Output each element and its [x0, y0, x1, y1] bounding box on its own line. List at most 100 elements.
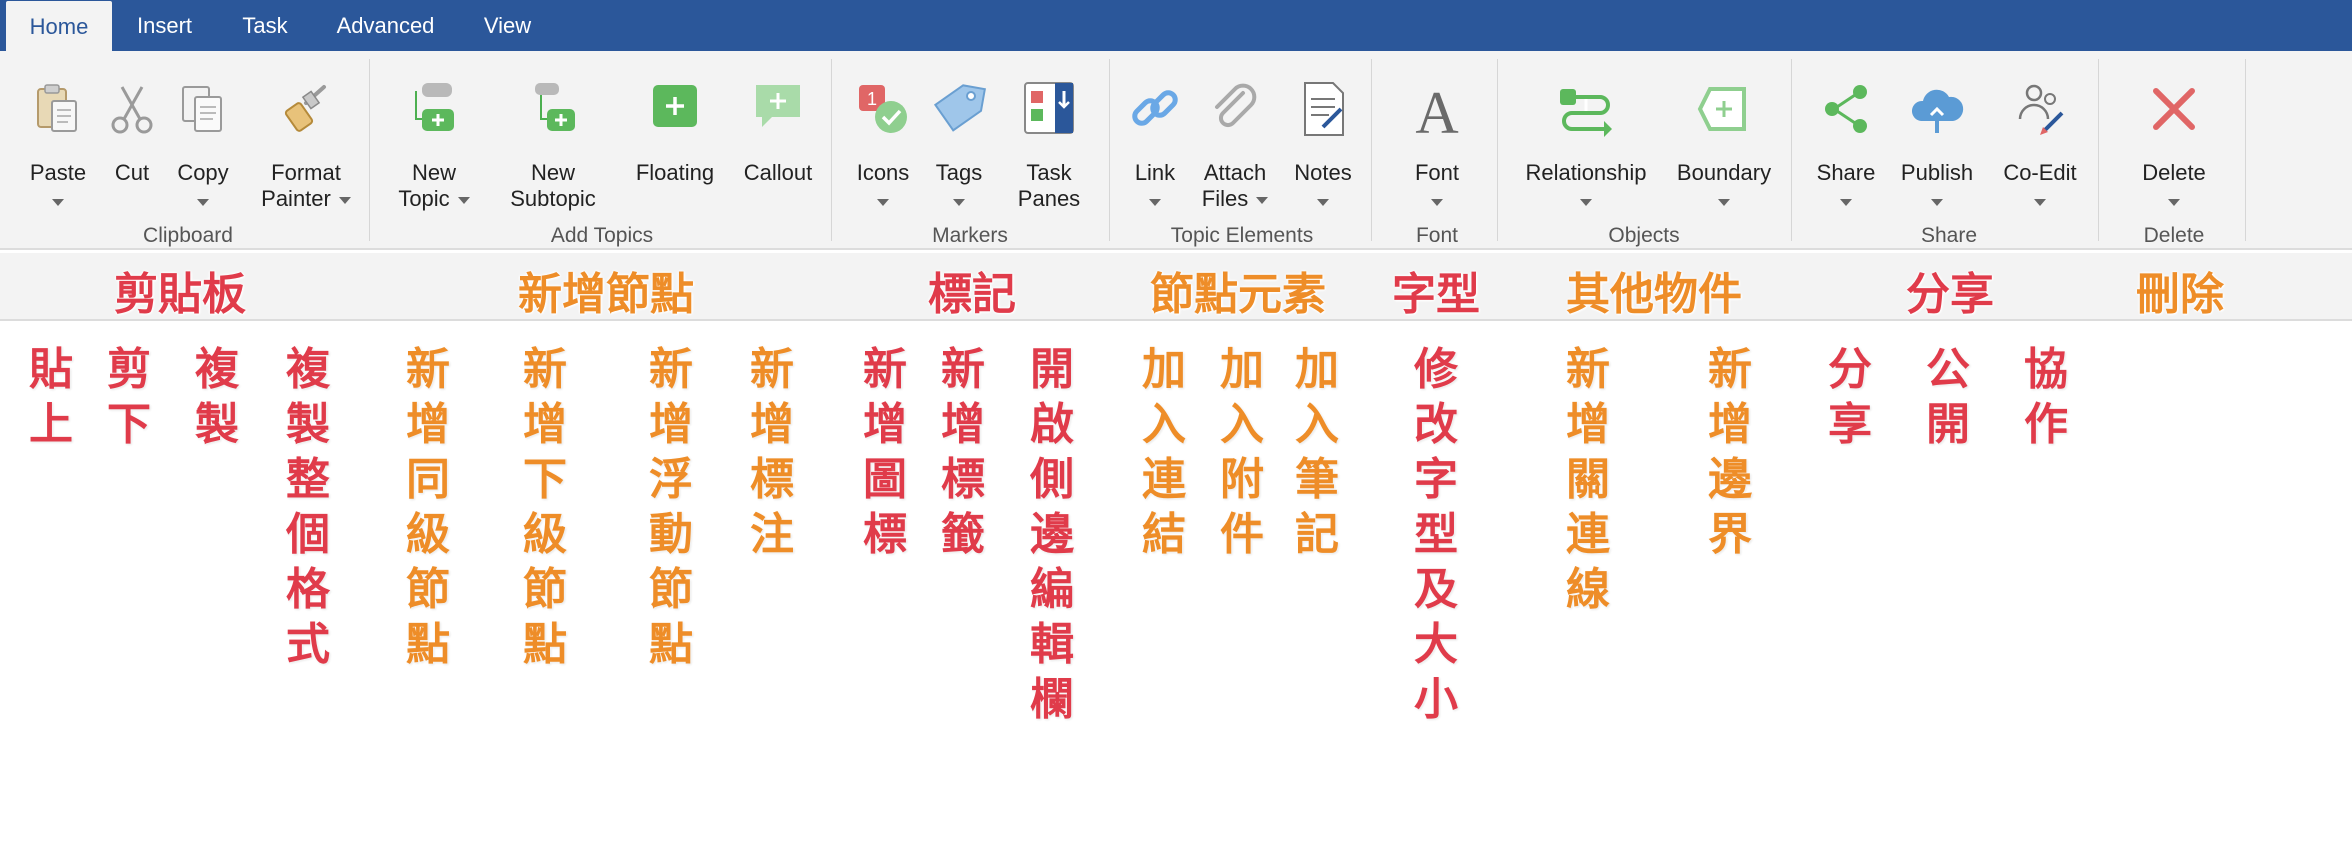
close-icon: [2153, 88, 2195, 130]
group-divider: [1791, 59, 1792, 241]
link-button[interactable]: Link: [1122, 51, 1188, 221]
relationship-label: Relationship: [1525, 160, 1647, 185]
new-subtopic-button[interactable]: New Subtopic: [500, 51, 606, 221]
new-topic-line2: Topic: [398, 186, 450, 211]
link-icon: [1132, 90, 1178, 126]
group-label-delete: Delete: [2143, 224, 2205, 247]
annotation-cut: 剪下: [107, 345, 151, 449]
chevron-down-icon: [338, 196, 351, 204]
marker-icons-icon: 1: [859, 85, 907, 133]
group-divider: [369, 59, 370, 241]
attach-files-label: Attach Files: [1192, 160, 1278, 212]
font-button[interactable]: A Font: [1390, 51, 1484, 221]
tags-label: Tags: [935, 160, 983, 185]
tab-task[interactable]: Task: [222, 0, 308, 51]
tag-icon: [933, 84, 986, 132]
notes-icon: [1304, 82, 1344, 136]
attach-line2: Files: [1201, 186, 1249, 211]
new-topic-line1: New: [411, 160, 456, 185]
notes-label: Notes: [1294, 160, 1352, 185]
format-painter-button[interactable]: Format Painter: [254, 51, 358, 221]
callout-button[interactable]: Callout: [736, 51, 820, 221]
chevron-down-icon: [1317, 199, 1329, 206]
cut-label: Cut: [114, 160, 150, 185]
chevron-down-icon: [52, 199, 64, 206]
group-label-markers: Markers: [932, 224, 1008, 247]
svg-text:A: A: [1415, 80, 1458, 139]
share-icon: [1825, 85, 1867, 133]
share-button[interactable]: Share: [1808, 51, 1884, 221]
task-panes-line2: Panes: [1017, 186, 1081, 211]
annotation-callout: 新增標注: [750, 345, 794, 559]
chevron-down-icon: [1149, 199, 1161, 206]
group-label-objects: Objects: [1608, 224, 1680, 247]
paint-brush-icon: [284, 85, 326, 132]
annotation-new-subtopic: 新增下級節點: [523, 345, 567, 669]
annotation-co-edit: 協作: [2024, 345, 2068, 449]
co-edit-label: Co-Edit: [2003, 160, 2077, 185]
tags-button[interactable]: Tags: [922, 51, 996, 221]
annotation-header-objects: 其他物件: [1566, 270, 1742, 319]
menu-tab-bar: Home Insert Task Advanced View: [0, 0, 2352, 51]
boundary-button[interactable]: Boundary: [1672, 51, 1776, 221]
annotation-floating: 新增浮動節點: [649, 345, 693, 669]
chevron-down-icon: [2168, 199, 2180, 206]
new-topic-icon: [415, 83, 454, 131]
notes-button[interactable]: Notes: [1284, 51, 1362, 221]
task-panes-button[interactable]: Task Panes: [1004, 51, 1094, 221]
group-label-add-topics: Add Topics: [550, 224, 654, 247]
copy-icon: [182, 86, 222, 132]
delete-button[interactable]: Delete: [2126, 51, 2222, 221]
new-topic-label: New Topic: [384, 160, 484, 212]
group-divider: [2245, 59, 2246, 241]
icons-marker-button[interactable]: 1 Icons: [846, 51, 920, 221]
co-edit-icon: [2018, 84, 2064, 135]
publish-label: Publish: [1900, 160, 1974, 185]
co-edit-button[interactable]: Co-Edit: [1990, 51, 2090, 221]
tab-insert[interactable]: Insert: [118, 0, 211, 51]
tab-advanced[interactable]: Advanced: [318, 0, 453, 51]
annotation-publish: 公開: [1926, 345, 1970, 449]
icons-label: Icons: [856, 160, 910, 185]
annotation-share: 分享: [1828, 345, 1872, 449]
attach-line1: Attach: [1203, 160, 1267, 185]
tab-view[interactable]: View: [464, 0, 551, 51]
cut-button[interactable]: Cut: [102, 51, 162, 221]
group-label-clipboard: Clipboard: [143, 224, 233, 247]
svg-text:1: 1: [867, 89, 877, 109]
group-label-share: Share: [1920, 224, 1978, 247]
annotation-header-font: 字型: [1392, 270, 1480, 319]
boundary-label: Boundary: [1676, 160, 1772, 185]
annotation-paste: 貼上: [29, 345, 73, 449]
paste-button[interactable]: Paste: [18, 51, 98, 221]
new-subtopic-line1: New: [530, 160, 575, 185]
format-label-line1: Format: [271, 160, 341, 185]
task-panes-line1: Task: [1026, 160, 1072, 185]
chevron-down-icon: [877, 199, 889, 206]
annotation-attach: 加入附件: [1220, 345, 1264, 559]
format-painter-label: Format Painter: [254, 160, 358, 212]
publish-button[interactable]: Publish: [1892, 51, 1982, 221]
tab-home[interactable]: Home: [6, 1, 112, 51]
floating-topic-button[interactable]: Floating: [624, 51, 726, 221]
chevron-down-icon: [953, 199, 965, 206]
new-subtopic-icon: [535, 83, 575, 131]
copy-button[interactable]: Copy: [166, 51, 240, 221]
chevron-down-icon: [197, 199, 209, 206]
clipboard-icon: [37, 84, 77, 132]
attach-files-button[interactable]: Attach Files: [1192, 51, 1278, 221]
annotation-font: 修改字型及大小: [1414, 345, 1458, 724]
chevron-down-icon: [1580, 199, 1592, 206]
share-label: Share: [1816, 160, 1876, 185]
group-divider: [1497, 59, 1498, 241]
annotation-icons: 新增圖標: [863, 345, 907, 559]
annotation-link: 加入連結: [1142, 345, 1186, 559]
chevron-down-icon: [1256, 196, 1269, 204]
font-icon: A: [1415, 80, 1458, 139]
font-label: Font: [1414, 160, 1460, 185]
annotation-header-share: 分享: [1906, 270, 1994, 319]
annotation-new-topic: 新增同級節點: [406, 345, 450, 669]
relationship-button[interactable]: Relationship: [1512, 51, 1660, 221]
new-topic-button[interactable]: New Topic: [384, 51, 484, 221]
chevron-down-icon: [1931, 199, 1943, 206]
